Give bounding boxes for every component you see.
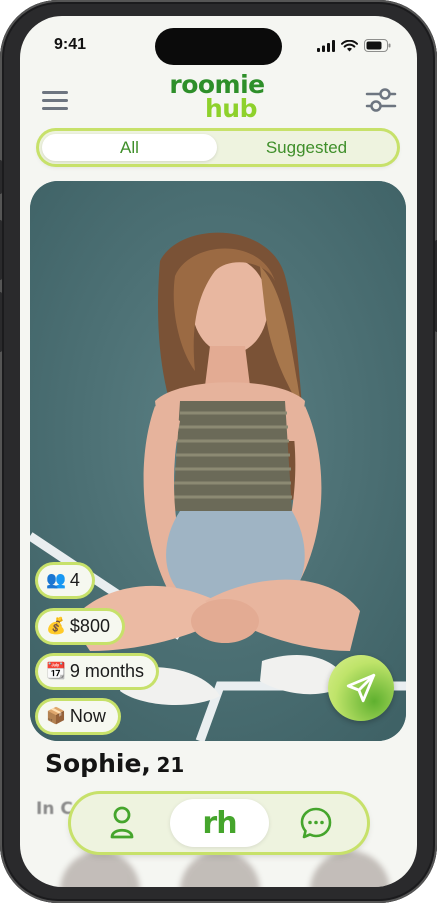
profile-name: Sophie: [45, 749, 142, 778]
chip-roommates: 👥 4: [38, 565, 92, 596]
chip-move-in: 📦 Now: [38, 701, 118, 732]
profile-name-age: Sophie, 21: [45, 749, 184, 778]
send-message-button[interactable]: [328, 655, 394, 721]
avatar: [180, 851, 260, 887]
logo-text-hub: hub: [205, 94, 258, 123]
status-bar: 9:41: [20, 16, 417, 72]
nav-chat-button[interactable]: [273, 799, 359, 847]
chip-rent-value: $800: [69, 616, 110, 636]
tab-all[interactable]: All: [42, 134, 217, 161]
phone-frame: 9:41 roomie hub All Suggested 👥 4 💰 $800…: [0, 0, 437, 903]
calendar-icon: 📆: [46, 662, 66, 680]
profile-age: 21: [156, 753, 185, 777]
logo-text-roomie: roomie: [169, 70, 265, 99]
package-icon: 📦: [46, 707, 66, 725]
status-icons: [317, 39, 391, 52]
money-bag-icon: 💰: [46, 617, 66, 635]
avatar: [310, 851, 390, 887]
sliders-icon[interactable]: [365, 86, 397, 114]
nav-profile-button[interactable]: [79, 799, 165, 847]
chip-rent: 💰 $800: [38, 611, 122, 642]
app-header: roomie hub: [20, 72, 417, 132]
chip-roommates-value: 4: [69, 570, 80, 590]
chip-duration-value: 9 months: [69, 661, 144, 681]
app-screen: 9:41 roomie hub All Suggested 👥 4 💰 $800…: [20, 16, 417, 887]
avatar-row-peek: [20, 851, 417, 887]
profile-card[interactable]: 👥 4 💰 $800 📆 9 months 📦 Now: [30, 181, 406, 741]
phone-side-button: [0, 220, 2, 280]
paper-plane-icon: [346, 673, 376, 703]
avatar: [60, 851, 140, 887]
wifi-icon: [341, 39, 358, 51]
chip-duration: 📆 9 months: [38, 656, 156, 687]
hamburger-menu-icon[interactable]: [40, 88, 70, 112]
app-logo: roomie hub: [165, 72, 275, 130]
section-heading-peek: In C: [36, 799, 73, 819]
signal-icon: [317, 39, 335, 52]
chat-icon: [300, 807, 332, 839]
profile-icon: [110, 806, 134, 839]
people-icon: 👥: [46, 571, 66, 589]
tab-switcher: All Suggested: [39, 131, 397, 164]
phone-side-button: [0, 292, 2, 352]
bottom-navigation: rh: [71, 794, 367, 852]
phone-side-button: [0, 160, 2, 194]
status-time: 9:41: [54, 36, 87, 53]
dynamic-island: [155, 28, 282, 65]
profile-name-separator: ,: [141, 749, 151, 778]
battery-icon: [364, 39, 391, 52]
tab-suggested[interactable]: Suggested: [219, 134, 394, 161]
chip-move-in-value: Now: [69, 706, 106, 726]
nav-home-button[interactable]: rh: [170, 799, 269, 847]
